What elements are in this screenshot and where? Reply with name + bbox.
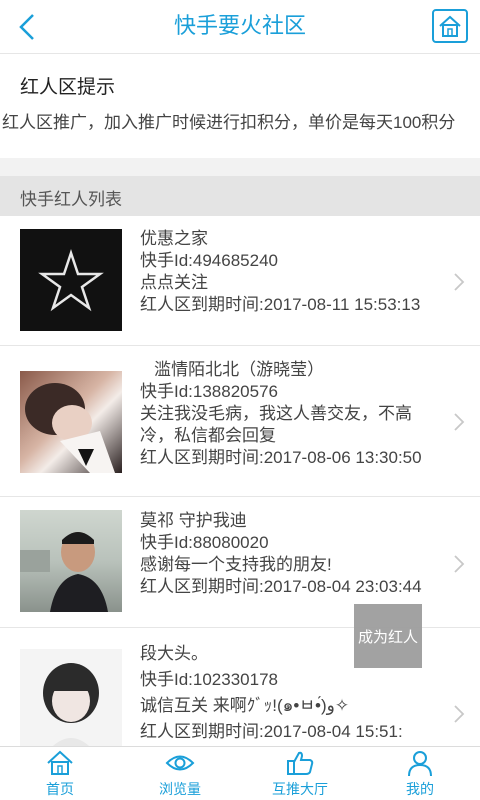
thumbs-up-icon xyxy=(285,749,315,777)
list-item-info: 优惠之家 快手Id:494685240 点点关注 红人区到期时间:2017-08… xyxy=(140,228,440,316)
avatar xyxy=(20,229,122,331)
expire-time: 红人区到期时间:2017-08-06 13:30:50 xyxy=(140,448,422,467)
tab-views[interactable]: 浏览量 xyxy=(120,747,240,800)
divider xyxy=(0,158,480,176)
chevron-right-icon xyxy=(454,705,465,723)
tab-label: 互推大厅 xyxy=(272,781,328,797)
user-id: 快手Id:138820576 xyxy=(140,382,278,401)
notice-panel: 红人区提示 红人区推广，加入推广时候进行扣积分，单价是每天100积分 xyxy=(0,56,480,166)
bottom-tab-bar: 首页 浏览量 互推大厅 我的 xyxy=(0,746,480,800)
home-button[interactable] xyxy=(432,9,468,43)
tab-label: 我的 xyxy=(406,781,434,797)
user-id: 快手Id:102330178 xyxy=(140,670,278,689)
user-name: 优惠之家 xyxy=(140,229,208,248)
avatar xyxy=(20,649,122,746)
user-icon xyxy=(405,749,435,777)
section-header: 快手红人列表 xyxy=(0,176,480,216)
eye-icon xyxy=(165,749,195,777)
section-title: 快手红人列表 xyxy=(20,190,122,209)
chevron-right-icon xyxy=(454,555,465,573)
page-title: 快手要火社区 xyxy=(173,13,306,38)
user-desc: 点点关注 xyxy=(140,273,208,292)
list-item-info: 莫祁 守护我迪 快手Id:88080020 感谢每一个支持我的朋友! 红人区到期… xyxy=(140,510,440,598)
top-bar: 快手要火社区 xyxy=(0,0,480,54)
user-desc: 关注我没毛病，我这人善交友，不高冷，私信都会回复 xyxy=(140,404,412,445)
notice-text: 红人区推广，加入推广时候进行扣积分，单价是每天100积分 xyxy=(2,113,456,132)
tab-home[interactable]: 首页 xyxy=(0,747,120,800)
avatar xyxy=(20,371,122,473)
become-influencer-button[interactable]: 成为红人 xyxy=(354,604,422,668)
user-desc: 诚信互关 来啊ｸﾞｯ!(๑•ㅂ•́)و✧ xyxy=(140,696,350,715)
user-name: 滥情陌北北（游晓莹） xyxy=(140,360,325,379)
notice-title: 红人区提示 xyxy=(20,77,116,98)
avatar xyxy=(20,510,122,612)
home-icon xyxy=(439,15,461,37)
list-item[interactable]: 优惠之家 快手Id:494685240 点点关注 红人区到期时间:2017-08… xyxy=(0,216,480,346)
list-item-info: 滥情陌北北（游晓莹） 快手Id:138820576 关注我没毛病，我这人善交友，… xyxy=(140,359,440,469)
tab-label: 浏览量 xyxy=(159,781,201,797)
tab-mine[interactable]: 我的 xyxy=(360,747,480,800)
user-desc: 感谢每一个支持我的朋友! xyxy=(140,555,332,574)
expire-time: 红人区到期时间:2017-08-04 15:51: xyxy=(140,722,403,741)
chevron-right-icon xyxy=(454,273,465,291)
user-id: 快手Id:494685240 xyxy=(140,251,278,270)
home-icon xyxy=(45,749,75,777)
chevron-right-icon xyxy=(454,413,465,431)
user-name: 莫祁 守护我迪 xyxy=(140,511,247,530)
expire-time: 红人区到期时间:2017-08-11 15:53:13 xyxy=(140,295,421,314)
user-id: 快手Id:88080020 xyxy=(140,533,269,552)
tab-label: 首页 xyxy=(46,781,74,797)
expire-time: 红人区到期时间:2017-08-04 23:03:44 xyxy=(140,577,422,596)
tab-mutual-promo[interactable]: 互推大厅 xyxy=(240,747,360,800)
list-item[interactable]: 滥情陌北北（游晓莹） 快手Id:138820576 关注我没毛病，我这人善交友，… xyxy=(0,347,480,497)
